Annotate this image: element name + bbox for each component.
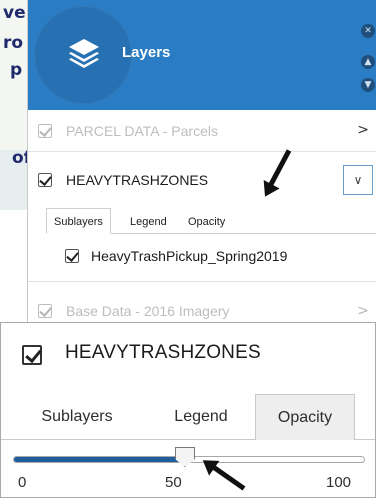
layers-panel: Layers ✕ ▲ ▼ PARCEL DATA - Parcels > HEA… (27, 0, 376, 322)
tab-legend[interactable]: Legend (157, 394, 245, 440)
layer-row-base-data[interactable]: Base Data - 2016 Imagery > (28, 282, 376, 322)
zoom-layer-label: HEAVYTRASHZONES (65, 342, 261, 363)
layer-label: HEAVYTRASHZONES (66, 172, 209, 188)
layer-checkbox[interactable] (38, 124, 52, 138)
tab-sublayers[interactable]: Sublayers (46, 208, 111, 234)
tab-opacity[interactable]: Opacity (255, 394, 355, 440)
chevron-down-icon[interactable]: ∨ (343, 165, 373, 195)
zoomed-layer-panel: HEAVYTRASHZONES Sublayers Legend Opacity… (0, 322, 376, 498)
panel-header: Layers ✕ ▲ ▼ (28, 0, 376, 110)
chevron-right-icon[interactable]: > (357, 303, 369, 319)
opacity-slider-fill (14, 457, 186, 462)
opacity-slider-handle[interactable] (175, 447, 195, 467)
slider-max-label: 100 (326, 474, 352, 491)
layer-checkbox[interactable] (38, 304, 52, 318)
layer-checkbox[interactable] (22, 345, 42, 365)
tab-legend[interactable]: Legend (122, 208, 175, 234)
panel-title: Layers (122, 44, 171, 61)
layer-tabs: Sublayers Legend Opacity (46, 208, 376, 234)
expand-down-icon[interactable]: ▼ (361, 78, 375, 92)
close-icon[interactable]: ✕ (361, 24, 375, 38)
zoom-tabs: Sublayers Legend Opacity (1, 394, 375, 440)
layer-checkbox[interactable] (38, 173, 52, 187)
chevron-right-icon[interactable]: > (357, 122, 369, 138)
sublayer-checkbox[interactable] (65, 249, 79, 263)
layers-icon (69, 39, 99, 68)
sublayer-label: HeavyTrashPickup_Spring2019 (91, 248, 288, 264)
slider-mid-label: 50 (165, 474, 182, 491)
tab-opacity[interactable]: Opacity (180, 208, 233, 234)
background-text: ro (3, 33, 24, 53)
background-text: p (10, 60, 23, 80)
background-text: ve (3, 3, 26, 23)
layer-label: Base Data - 2016 Imagery (66, 303, 230, 319)
layer-row-parcel-data[interactable]: PARCEL DATA - Parcels > (28, 110, 376, 152)
tab-sublayers[interactable]: Sublayers (25, 394, 129, 440)
collapse-up-icon[interactable]: ▲ (361, 55, 375, 69)
layer-label: PARCEL DATA - Parcels (66, 123, 218, 139)
slider-min-label: 0 (18, 474, 27, 491)
